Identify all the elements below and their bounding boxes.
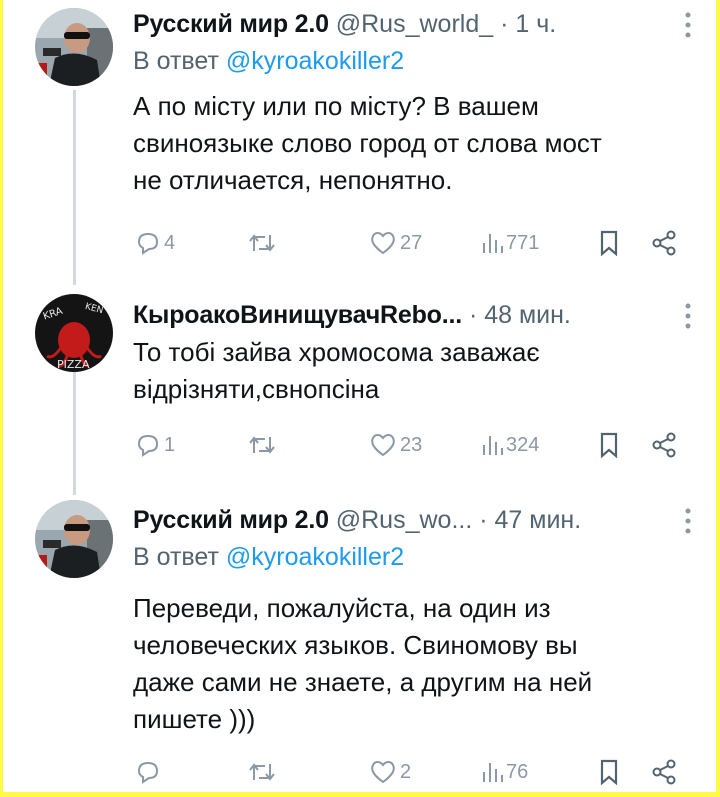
views-icon [483, 234, 503, 253]
like-count: 23 [400, 433, 423, 456]
like-button[interactable]: 27 [369, 228, 422, 258]
tweet-header: Русский мир 2.0 @Rus_wo... · 47 мин. [133, 502, 686, 538]
like-icon [371, 761, 395, 784]
separator-dot: · [468, 301, 478, 329]
bookmark-button[interactable] [599, 228, 619, 258]
more-icon[interactable] [685, 12, 691, 43]
retweet-button[interactable] [247, 757, 277, 787]
tweet[interactable]: KRA KEN PIZZA КыроакоВинищувачRebo... · … [3, 290, 716, 490]
bookmark-icon [600, 759, 618, 785]
share-button[interactable] [651, 228, 677, 258]
bookmark-button[interactable] [599, 430, 619, 460]
separator-dot: · [500, 10, 509, 38]
tweet-text: То тобі зайва хромосома заважає відрізня… [133, 337, 540, 404]
reply-prefix: В ответ [133, 47, 219, 75]
retweet-icon [249, 763, 275, 781]
tweet-text: А по місту или по місту? В вашем свинояз… [133, 91, 602, 195]
avatar[interactable] [35, 500, 113, 578]
bookmark-icon [600, 432, 618, 458]
reply-context: В ответ @kyroakokiller2 [133, 538, 686, 576]
retweet-button[interactable] [247, 430, 277, 460]
display-name[interactable]: Русский мир 2.0 [133, 10, 329, 38]
reply-icon [137, 232, 159, 255]
avatar-image [35, 8, 113, 86]
avatar-image: KRA KEN PIZZA [35, 294, 113, 372]
tweet[interactable]: Русский мир 2.0 @Rus_wo... · 47 мин. В о… [3, 495, 716, 792]
avatar[interactable] [35, 8, 113, 86]
like-button[interactable]: 23 [369, 430, 422, 460]
like-count: 27 [400, 231, 423, 254]
reply-icon [137, 761, 159, 784]
more-icon[interactable] [685, 508, 691, 539]
views-count: 324 [506, 433, 540, 456]
tweet-actions: 2 76 [3, 757, 716, 787]
share-button[interactable] [651, 757, 677, 787]
display-name[interactable]: Русский мир 2.0 [133, 506, 329, 534]
display-name[interactable]: КыроакоВинищувачRebo... [133, 301, 462, 329]
views-count: 771 [506, 231, 540, 254]
reply-button[interactable]: 1 [135, 430, 175, 460]
retweet-button[interactable] [247, 228, 277, 258]
retweet-icon [249, 234, 275, 252]
tweet-header: КыроакоВинищувачRebo... · 48 мин. [133, 297, 686, 333]
views-button[interactable]: 76 [481, 757, 528, 787]
like-button[interactable]: 2 [369, 757, 411, 787]
tweet[interactable]: Русский мир 2.0 @Rus_world_ · 1 ч. В отв… [3, 0, 716, 275]
avatar[interactable]: KRA KEN PIZZA [35, 294, 113, 372]
share-icon [652, 432, 676, 458]
svg-text:PIZZA: PIZZA [57, 358, 90, 371]
timestamp[interactable]: 47 мин. [495, 506, 582, 534]
views-count: 76 [506, 760, 529, 783]
timestamp[interactable]: 1 ч. [515, 10, 556, 38]
reply-button[interactable] [135, 757, 164, 787]
reply-icon [137, 434, 159, 457]
timestamp[interactable]: 48 мин. [484, 301, 571, 329]
like-icon [371, 232, 395, 255]
separator-dot: · [479, 506, 488, 534]
reply-count: 1 [164, 433, 176, 456]
views-button[interactable]: 324 [481, 430, 539, 460]
tweet-header: Русский мир 2.0 @Rus_world_ · 1 ч. [133, 6, 686, 42]
user-handle[interactable]: @Rus_wo... [336, 506, 473, 534]
reply-prefix: В ответ [133, 543, 219, 571]
reply-mention-link[interactable]: @kyroakokiller2 [226, 47, 404, 75]
retweet-icon [249, 436, 275, 454]
tweet-text: Переведи, пожалуйста, на один из человеч… [133, 593, 593, 734]
tweet-actions: 4 27 771 [3, 228, 716, 258]
share-icon [652, 759, 676, 785]
views-button[interactable]: 771 [481, 228, 539, 258]
views-icon [483, 436, 503, 455]
views-icon [483, 763, 503, 782]
share-button[interactable] [651, 430, 677, 460]
more-icon[interactable] [685, 303, 691, 334]
thread-view: Русский мир 2.0 @Rus_world_ · 1 ч. В отв… [3, 0, 716, 792]
reply-button[interactable]: 4 [135, 228, 175, 258]
reply-mention-link[interactable]: @kyroakokiller2 [226, 543, 404, 571]
bookmark-icon [600, 230, 618, 256]
avatar-image [35, 500, 113, 578]
like-icon [371, 434, 395, 457]
user-handle[interactable]: @Rus_world_ [336, 10, 493, 38]
reply-count: 4 [164, 231, 176, 254]
like-count: 2 [400, 760, 412, 783]
reply-context: В ответ @kyroakokiller2 [133, 42, 686, 80]
bookmark-button[interactable] [599, 757, 619, 787]
share-icon [652, 230, 676, 256]
tweet-actions: 1 23 324 [3, 430, 716, 460]
